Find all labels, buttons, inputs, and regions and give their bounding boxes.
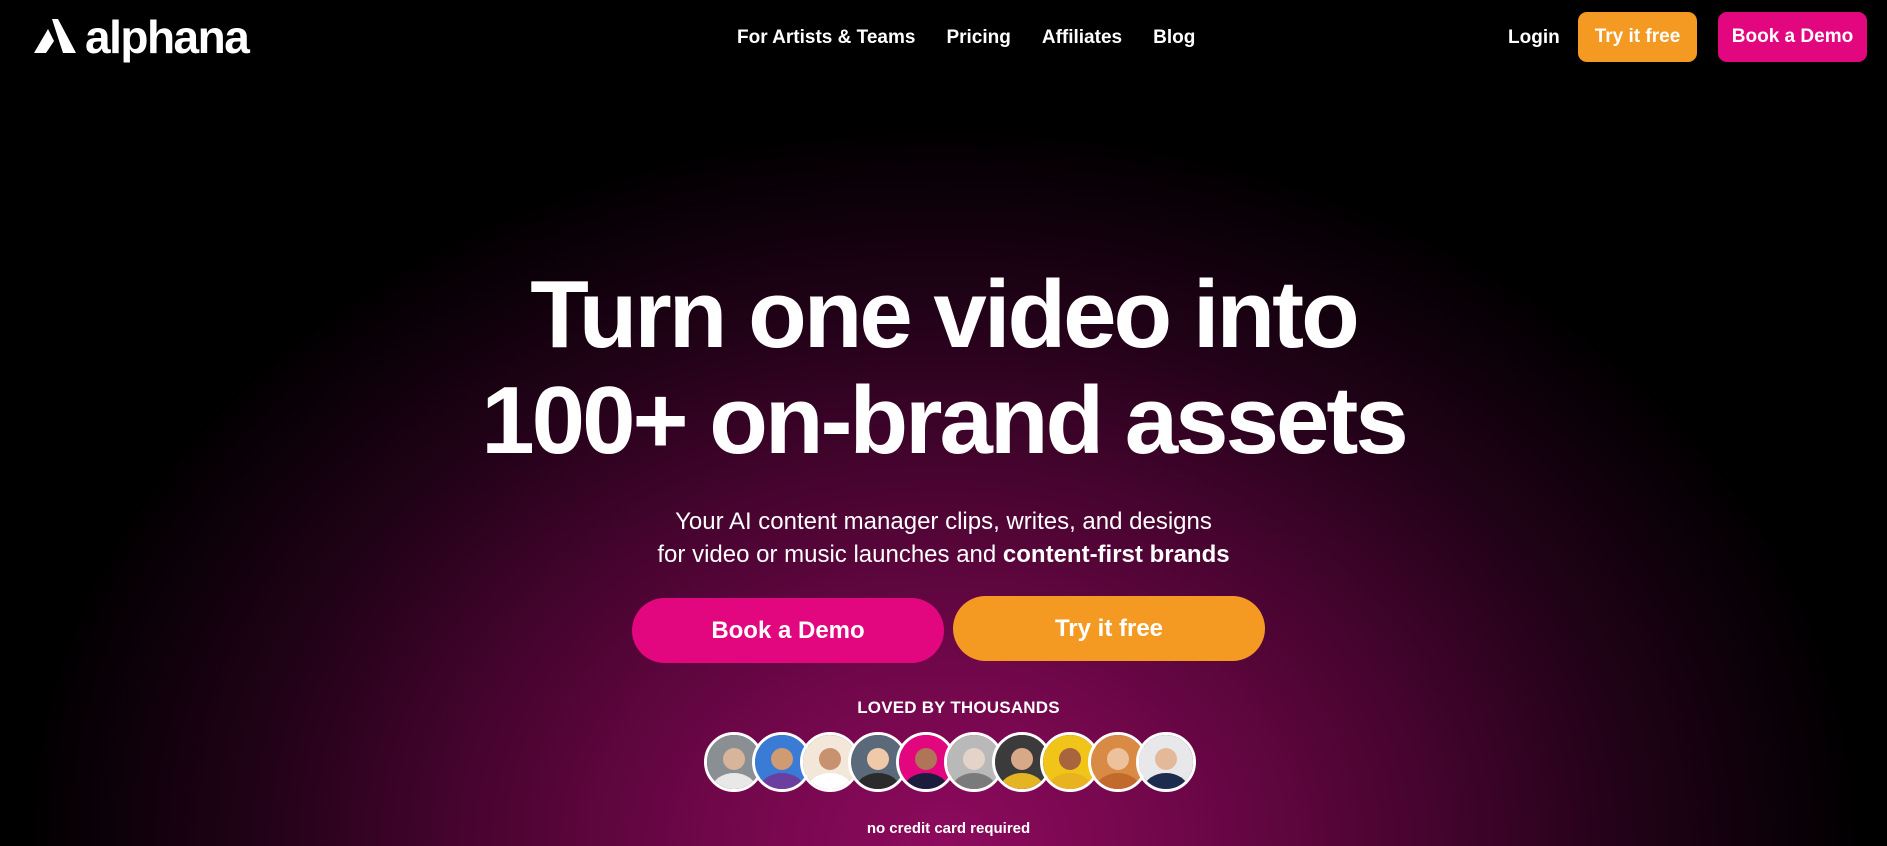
headline-line-1: Turn one video into bbox=[530, 261, 1359, 368]
header-book-demo-button[interactable]: Book a Demo bbox=[1718, 12, 1867, 62]
nav-blog[interactable]: Blog bbox=[1153, 24, 1195, 52]
sub-line-2: for video or music launches and bbox=[657, 541, 1003, 568]
site-header: alphana For Artists & Teams Pricing Affi… bbox=[0, 0, 1887, 76]
landing-page: alphana For Artists & Teams Pricing Affi… bbox=[0, 0, 1887, 846]
logo-text: alphana bbox=[85, 11, 250, 63]
sub-line-2-bold: content-first brands bbox=[1002, 541, 1230, 568]
sub-line-1: Your AI content manager clips, writes, a… bbox=[675, 508, 1212, 535]
header-try-free-button[interactable]: Try it free bbox=[1578, 12, 1697, 62]
no-credit-card-note: no credit card required bbox=[866, 820, 1031, 837]
hero-subheadline: Your AI content manager clips, writes, a… bbox=[0, 505, 1887, 571]
login-link[interactable]: Login bbox=[1508, 24, 1560, 52]
main-nav: For Artists & Teams Pricing Affiliates B… bbox=[737, 24, 1195, 52]
hero-try-free-button[interactable]: Try it free bbox=[953, 596, 1265, 661]
headline-line-2: 100+ on-brand assets bbox=[481, 367, 1408, 474]
nav-pricing[interactable]: Pricing bbox=[946, 24, 1010, 52]
avatar bbox=[1136, 732, 1196, 792]
testimonial-avatars bbox=[704, 732, 1196, 792]
logo[interactable]: alphana bbox=[33, 10, 250, 64]
nav-affiliates[interactable]: Affiliates bbox=[1042, 24, 1122, 52]
alphana-logo-icon bbox=[34, 19, 76, 53]
hero-book-demo-button[interactable]: Book a Demo bbox=[632, 598, 944, 663]
hero-headline: Turn one video into 100+ on-brand assets bbox=[0, 262, 1887, 474]
nav-for-artists-teams[interactable]: For Artists & Teams bbox=[737, 24, 915, 52]
loved-by-label: LOVED BY THOUSANDS bbox=[857, 698, 1060, 717]
